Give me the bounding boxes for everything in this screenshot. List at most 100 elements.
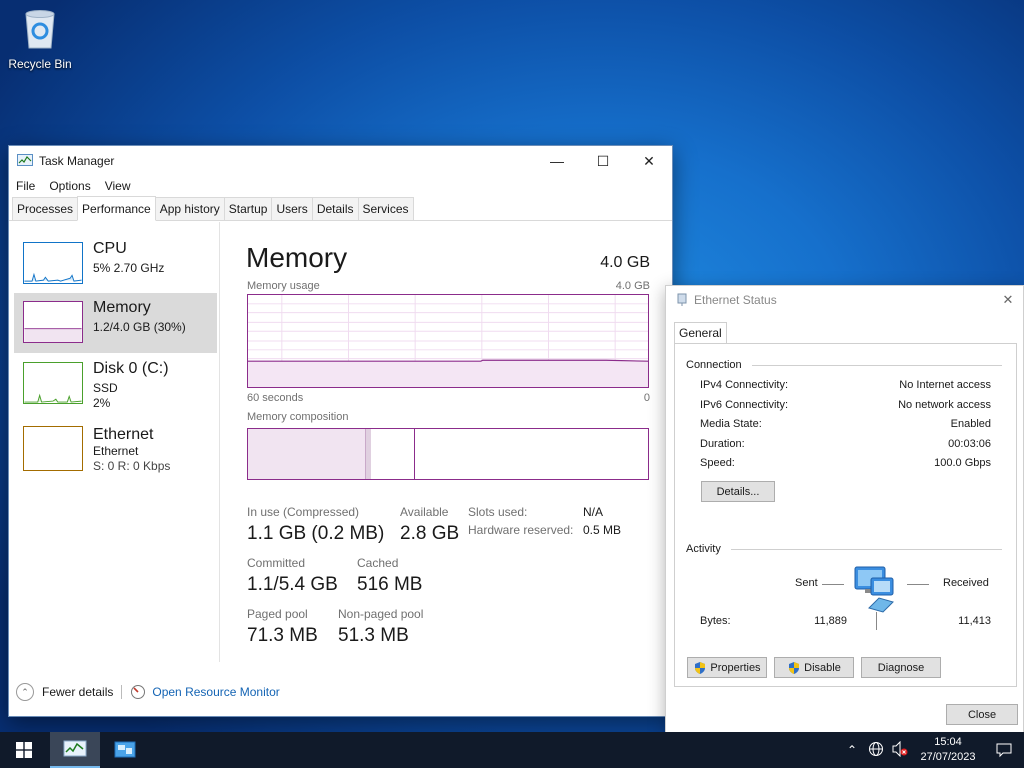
committed-value: 1.1/5.4 GB bbox=[247, 574, 338, 595]
disk-title: Disk 0 (C:) bbox=[93, 360, 169, 377]
shield-icon bbox=[695, 661, 706, 674]
tab-services[interactable]: Services bbox=[357, 197, 414, 220]
disk-usage: 2% bbox=[93, 396, 111, 410]
available-label: Available bbox=[400, 505, 449, 519]
composition-in-use bbox=[248, 429, 366, 479]
tab-performance[interactable]: Performance bbox=[77, 196, 156, 221]
footer-bar: ⌃ Fewer details Open Resource Monitor bbox=[9, 682, 409, 702]
windows-logo-icon bbox=[16, 742, 32, 758]
clock[interactable]: 15:04 27/07/2023 bbox=[912, 735, 984, 765]
dialog-tab-strip: General bbox=[674, 322, 727, 344]
minimize-button[interactable]: — bbox=[534, 146, 580, 176]
memory-capacity: 4.0 GB bbox=[600, 254, 650, 271]
diagnose-button[interactable]: Diagnose bbox=[861, 657, 941, 678]
usage-label: Memory usage bbox=[247, 280, 320, 292]
task-manager-window: Task Manager — ☐ ✕ File Options View Pro… bbox=[8, 145, 673, 717]
close-button[interactable]: ✕ bbox=[626, 146, 672, 176]
ipv4-value: No Internet access bbox=[899, 379, 991, 391]
memory-subtitle: 1.2/4.0 GB (30%) bbox=[93, 320, 186, 334]
tab-details[interactable]: Details bbox=[311, 197, 359, 220]
speed-label: Speed: bbox=[700, 457, 735, 469]
slots-used-label: Slots used: bbox=[468, 505, 528, 519]
cached-label: Cached bbox=[357, 556, 399, 570]
chevron-up-icon[interactable]: ⌃ bbox=[840, 743, 864, 757]
disable-button[interactable]: Disable bbox=[774, 657, 854, 678]
fewer-details-link[interactable]: Fewer details bbox=[42, 685, 113, 699]
status-row: Speed: 100.0 Gbps bbox=[700, 457, 991, 469]
bytes-divider bbox=[876, 612, 877, 630]
disable-label: Disable bbox=[804, 661, 841, 674]
cpu-subtitle: 5% 2.70 GHz bbox=[93, 261, 165, 275]
media-state-value: Enabled bbox=[950, 418, 991, 430]
graph-axis-left: 60 seconds bbox=[247, 392, 304, 404]
menu-options[interactable]: Options bbox=[49, 179, 90, 193]
ipv6-label: IPv6 Connectivity: bbox=[700, 399, 789, 411]
open-resource-monitor-link[interactable]: Open Resource Monitor bbox=[152, 685, 279, 699]
memory-usage-area bbox=[248, 360, 648, 387]
recycle-bin-graphic bbox=[25, 10, 55, 49]
taskbar-network-connections[interactable] bbox=[100, 732, 150, 768]
activity-group: Activity bbox=[686, 543, 1002, 555]
clock-date: 27/07/2023 bbox=[920, 751, 976, 763]
tab-users[interactable]: Users bbox=[271, 197, 313, 220]
hardware-reserved-value: 0.5 MB bbox=[583, 523, 622, 537]
taskbar-task-manager[interactable] bbox=[50, 732, 100, 768]
dialog-close-icon[interactable]: ✕ bbox=[993, 292, 1023, 308]
speed-value: 100.0 Gbps bbox=[934, 457, 991, 469]
usage-max: 4.0 GB bbox=[615, 280, 650, 292]
cpu-title: CPU bbox=[93, 240, 127, 257]
maximize-button[interactable]: ☐ bbox=[580, 146, 626, 176]
ethernet-adapter: Ethernet bbox=[93, 444, 139, 458]
ethernet-status-dialog: Ethernet Status ✕ General Connection IPv… bbox=[665, 285, 1024, 734]
globe-network-icon[interactable] bbox=[864, 741, 888, 760]
in-use-label: In use (Compressed) bbox=[247, 505, 360, 519]
close-dialog-button[interactable]: Close bbox=[946, 704, 1018, 725]
chevron-up-icon[interactable]: ⌃ bbox=[16, 683, 34, 701]
ethernet-throughput: S: 0 R: 0 Kbps bbox=[93, 459, 171, 473]
page-title: Memory bbox=[246, 242, 348, 273]
properties-label: Properties bbox=[710, 661, 761, 674]
bytes-received-value: 11,413 bbox=[958, 615, 991, 627]
tab-strip: Processes Performance App history Startu… bbox=[9, 196, 672, 221]
composition-modified bbox=[366, 429, 371, 479]
volume-muted-icon[interactable] bbox=[888, 740, 912, 760]
footer-divider bbox=[121, 685, 123, 699]
sidebar-item-cpu[interactable]: CPU 5% 2.70 GHz bbox=[14, 234, 217, 294]
composition-label: Memory composition bbox=[247, 411, 349, 423]
sidebar-item-ethernet[interactable]: Ethernet Ethernet S: 0 R: 0 Kbps bbox=[14, 420, 217, 480]
window-title: Task Manager bbox=[39, 154, 115, 168]
network-adapter-icon bbox=[677, 293, 687, 306]
menu-bar: File Options View bbox=[9, 176, 672, 196]
details-button[interactable]: Details... bbox=[701, 481, 775, 502]
dialog-title-bar[interactable]: Ethernet Status ✕ bbox=[666, 286, 1023, 314]
recycle-bin-icon[interactable]: Recycle Bin bbox=[4, 6, 76, 71]
status-row: IPv6 Connectivity: No network access bbox=[700, 399, 991, 411]
start-button[interactable] bbox=[0, 732, 48, 768]
paged-pool-value: 71.3 MB bbox=[247, 625, 318, 646]
tab-startup[interactable]: Startup bbox=[223, 197, 273, 220]
network-activity-icon bbox=[854, 566, 894, 613]
activity-label: Activity bbox=[686, 543, 721, 555]
graph-axis-right: 0 bbox=[643, 392, 650, 404]
tab-app-history[interactable]: App history bbox=[154, 197, 225, 220]
resource-monitor-icon bbox=[131, 685, 146, 699]
media-state-label: Media State: bbox=[700, 418, 762, 430]
tab-general[interactable]: General bbox=[674, 322, 727, 343]
sidebar-item-disk[interactable]: Disk 0 (C:) SSD 2% bbox=[14, 354, 217, 414]
cached-value: 516 MB bbox=[357, 574, 423, 595]
notification-center-button[interactable] bbox=[984, 742, 1024, 758]
status-row: Duration: 00:03:06 bbox=[700, 438, 991, 450]
disk-thumbnail-graph bbox=[23, 362, 83, 404]
title-bar[interactable]: Task Manager — ☐ ✕ bbox=[9, 146, 672, 176]
duration-label: Duration: bbox=[700, 438, 745, 450]
tab-processes[interactable]: Processes bbox=[12, 197, 79, 220]
properties-button[interactable]: Properties bbox=[687, 657, 767, 678]
memory-title: Memory bbox=[93, 299, 151, 316]
connection-label: Connection bbox=[686, 359, 742, 371]
network-connections-icon bbox=[114, 741, 136, 758]
recycle-bin-label: Recycle Bin bbox=[8, 57, 72, 71]
menu-file[interactable]: File bbox=[16, 179, 35, 193]
sidebar-item-memory[interactable]: Memory 1.2/4.0 GB (30%) bbox=[14, 293, 217, 353]
menu-view[interactable]: View bbox=[105, 179, 131, 193]
task-manager-icon bbox=[17, 154, 33, 166]
